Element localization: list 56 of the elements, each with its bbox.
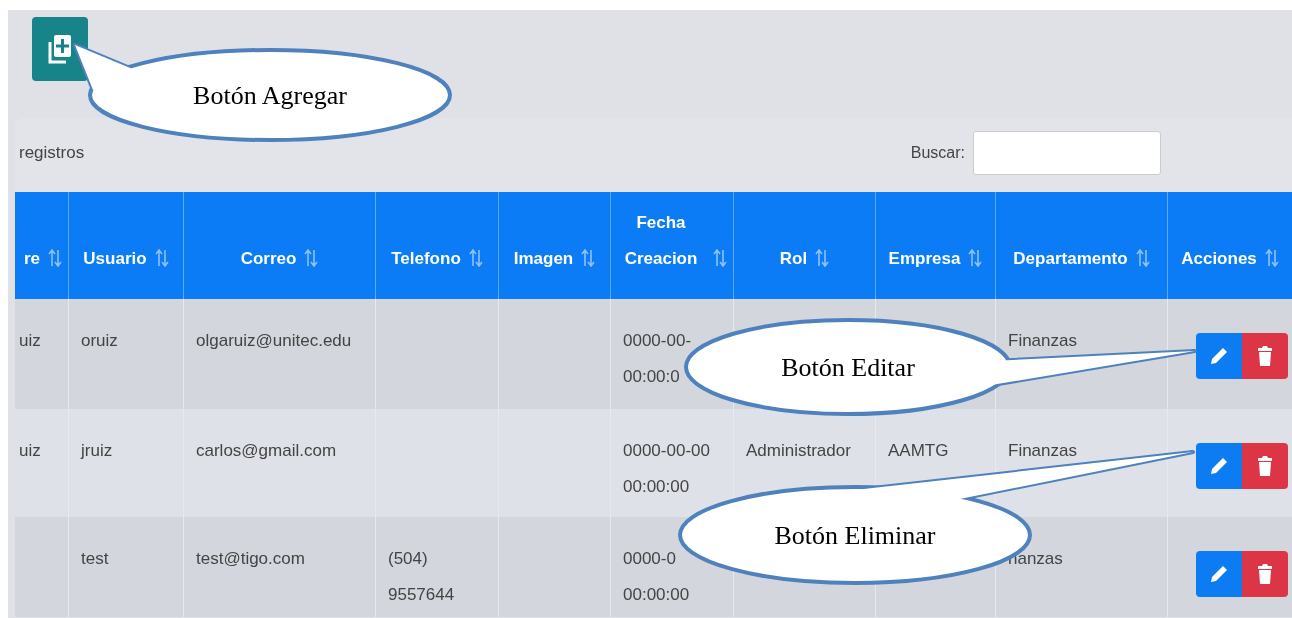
table-cell: Finanzas: [1008, 331, 1077, 350]
search-label: Buscar:: [910, 144, 965, 162]
table-cell: uiz: [19, 331, 41, 350]
column-header[interactable]: Empresa: [875, 192, 995, 299]
delete-button[interactable]: [1242, 443, 1288, 489]
table-cell: 0000-00-00 00:00:00: [623, 441, 710, 496]
sort-icon[interactable]: [468, 249, 483, 267]
delete-button[interactable]: [1242, 551, 1288, 597]
table-cell: 0000-00- 00:00:0: [623, 331, 692, 386]
edit-button[interactable]: [1196, 333, 1242, 379]
column-header[interactable]: re: [15, 192, 68, 299]
column-header[interactable]: Departamento: [995, 192, 1167, 299]
column-header[interactable]: Fecha Creacion: [610, 192, 733, 299]
callout-label: Botón Agregar: [193, 81, 347, 110]
sort-icon[interactable]: [968, 249, 983, 267]
table-cell: Finanzas: [1008, 441, 1077, 460]
column-header[interactable]: Imagen: [498, 192, 610, 299]
table-cell: olgaruiz@unitec.edu: [196, 331, 352, 350]
table-cell: (504) 9557644: [388, 549, 455, 604]
callout-label: Botón Editar: [781, 353, 915, 382]
sort-icon[interactable]: [304, 249, 319, 267]
table-cell: Administrador: [746, 441, 851, 460]
trash-icon: [1257, 345, 1273, 367]
sort-icon[interactable]: [154, 249, 169, 267]
callout-label: Botón Eliminar: [774, 521, 936, 550]
sort-icon[interactable]: [1264, 249, 1279, 267]
sort-icon[interactable]: [48, 249, 62, 267]
pencil-icon: [1209, 346, 1229, 366]
search-field[interactable]: [973, 131, 1161, 175]
table-cell: test: [81, 549, 109, 568]
column-header[interactable]: Acciones: [1167, 192, 1292, 299]
table-cell: carlos@gmail.com: [196, 441, 337, 460]
pencil-icon: [1209, 564, 1229, 584]
table-cell: test@tigo.com: [196, 549, 305, 568]
delete-button[interactable]: [1242, 333, 1288, 379]
sort-icon[interactable]: [713, 249, 727, 267]
edit-button[interactable]: [1196, 551, 1242, 597]
records-label: registros: [19, 143, 85, 163]
sort-icon[interactable]: [581, 249, 596, 267]
column-header[interactable]: Correo: [183, 192, 375, 299]
table-cell: oruiz: [81, 331, 118, 350]
pencil-icon: [1209, 456, 1229, 476]
column-header[interactable]: Rol: [733, 192, 875, 299]
edit-button[interactable]: [1196, 443, 1242, 489]
sort-icon[interactable]: [815, 249, 830, 267]
column-header[interactable]: Telefono: [375, 192, 498, 299]
table-cell: uiz: [19, 441, 41, 460]
add-button[interactable]: [32, 17, 88, 81]
column-header[interactable]: Usuario: [68, 192, 183, 299]
add-copy-icon: [48, 34, 72, 64]
trash-icon: [1257, 455, 1273, 477]
table-cell: 0000-0 00:00:00: [623, 549, 690, 604]
table-cell: jruiz: [81, 441, 113, 460]
sort-icon[interactable]: [1135, 249, 1150, 267]
table-cell: AAMTG: [888, 441, 949, 460]
trash-icon: [1257, 563, 1273, 585]
